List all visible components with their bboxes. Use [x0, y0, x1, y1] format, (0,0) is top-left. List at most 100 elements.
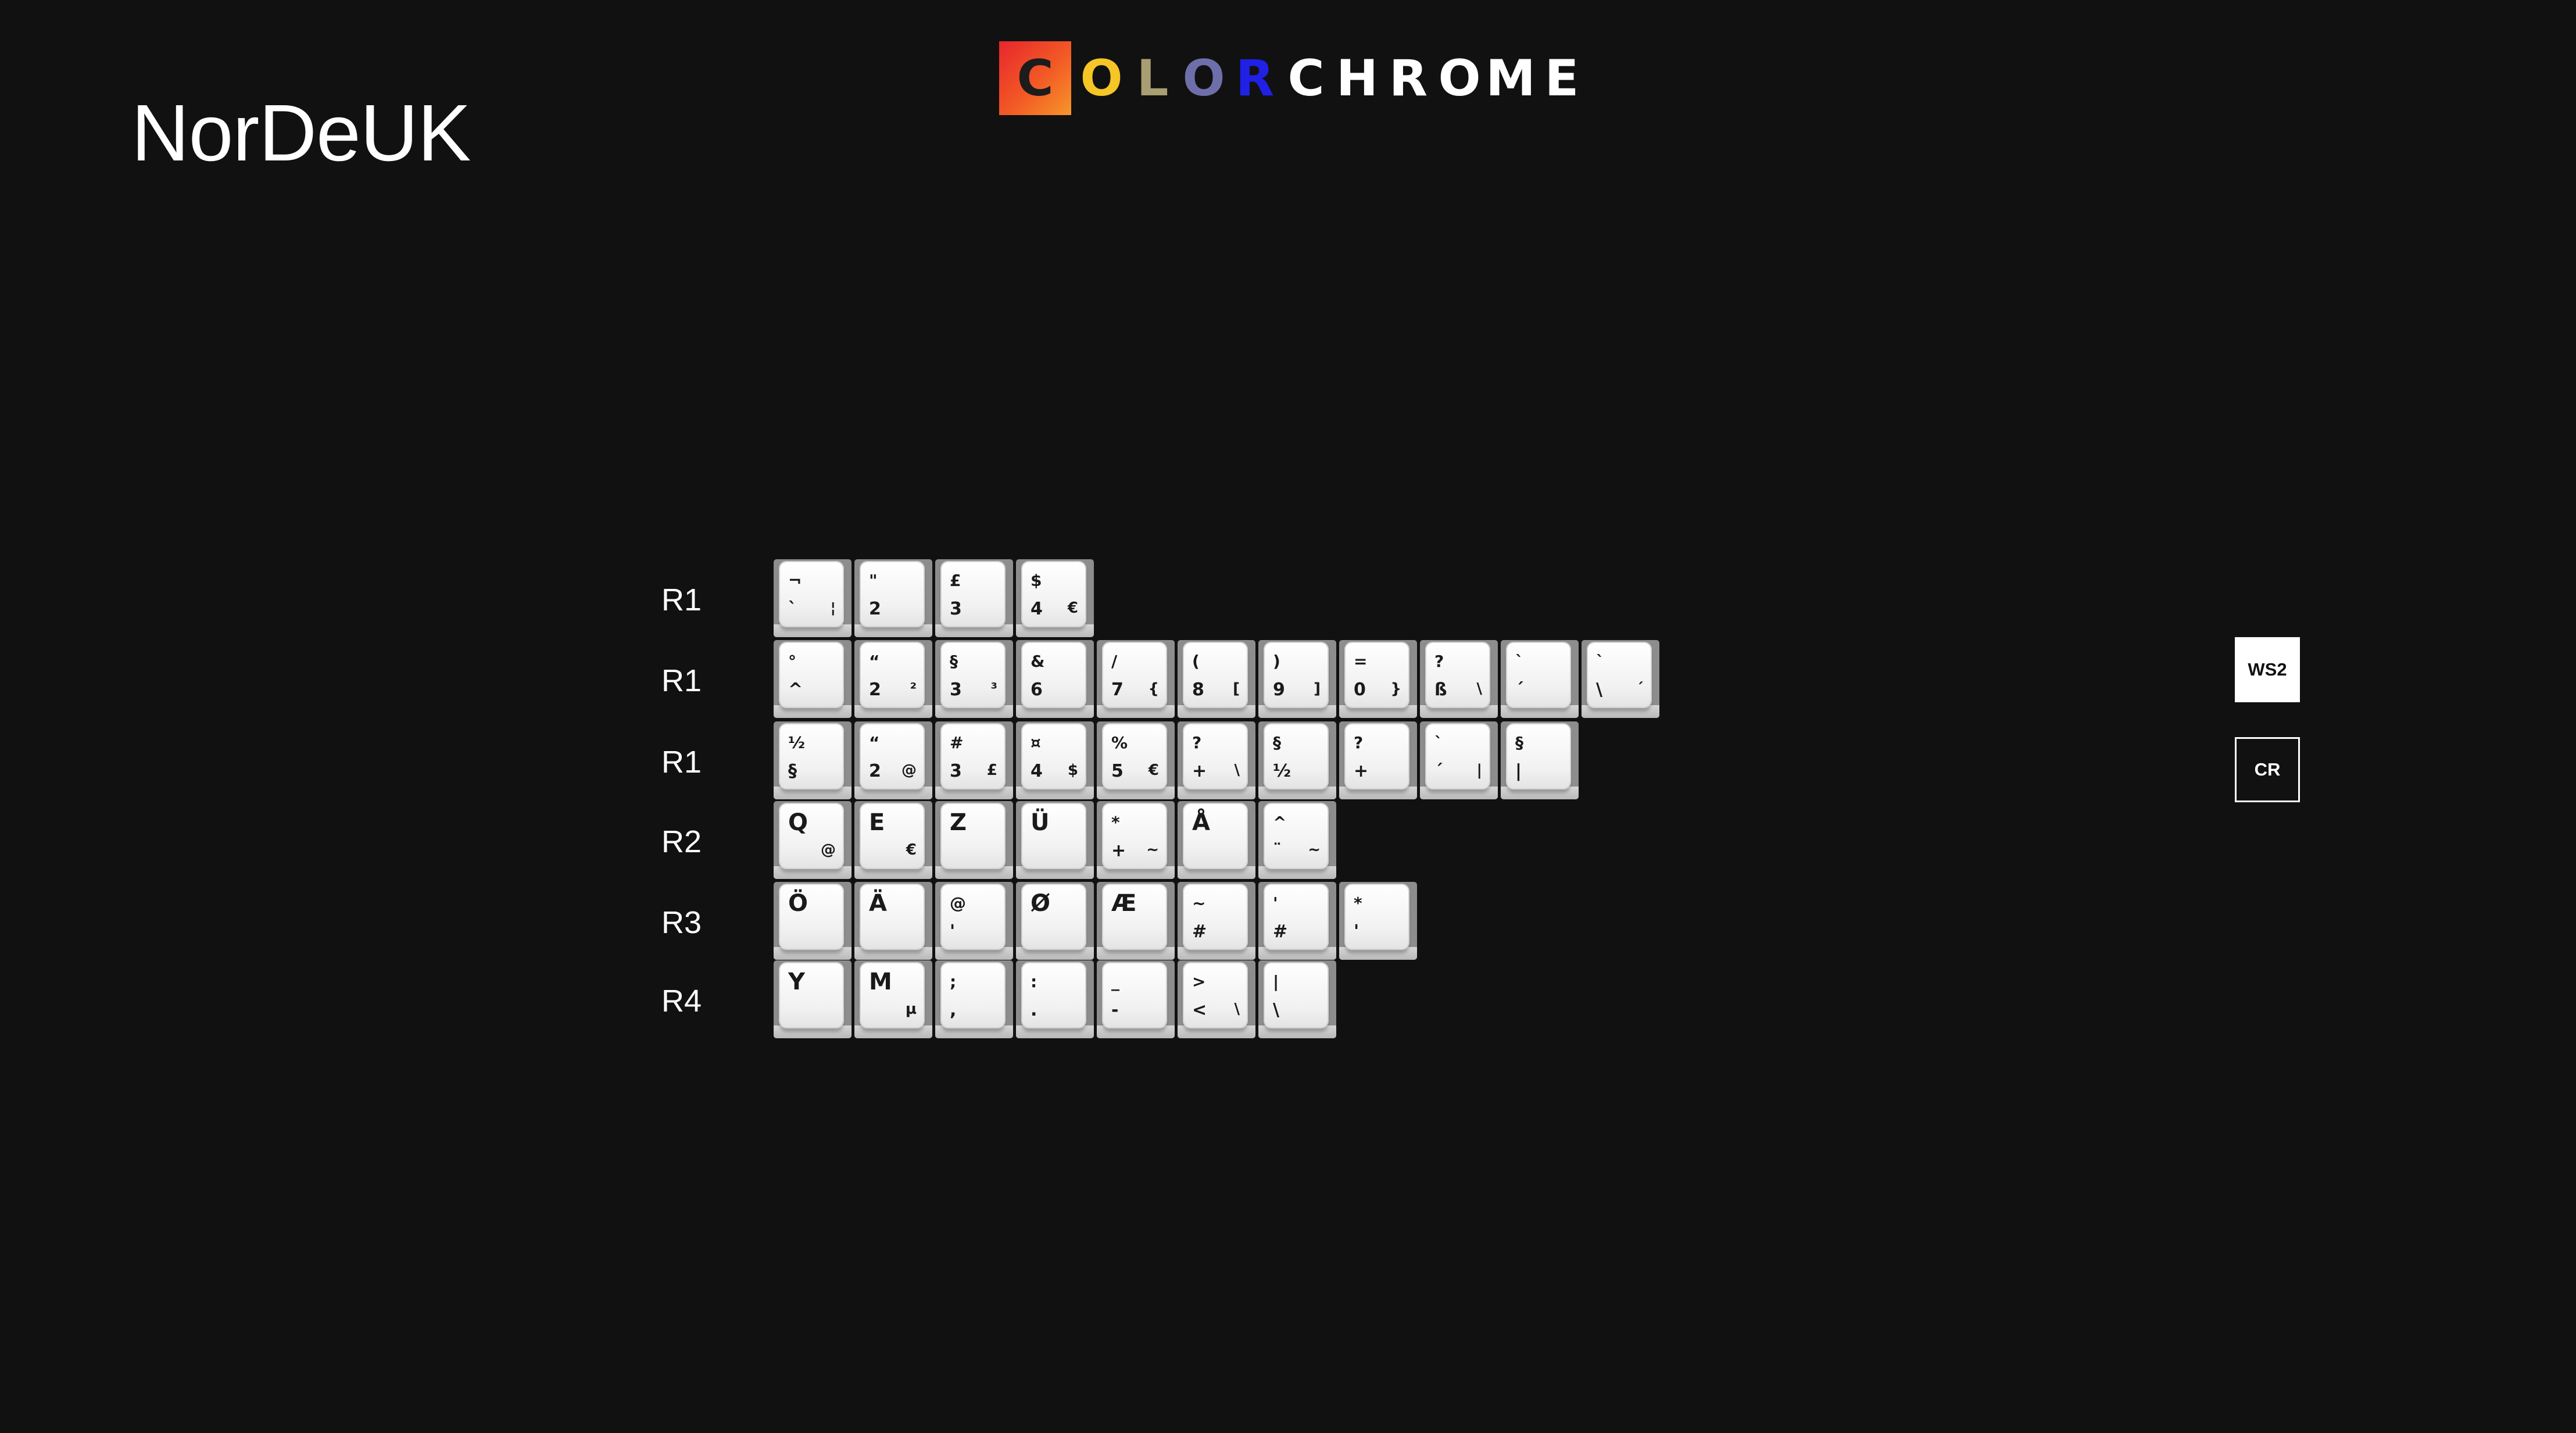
- legend-top-left: E: [869, 809, 885, 836]
- logo-letter: O: [1438, 49, 1481, 108]
- legend-top-left: _: [1111, 972, 1119, 991]
- legend-bottom-left: ´: [1515, 680, 1524, 700]
- keycap: Å: [1178, 801, 1255, 879]
- legend-top-left: ": [869, 571, 878, 590]
- keycap-top: ½ §: [780, 724, 843, 788]
- legend-bottom-right: ~: [1146, 841, 1159, 859]
- legend-bottom-left: ': [950, 921, 956, 942]
- legend-bottom-left: +: [1111, 841, 1126, 861]
- keycap: _ -: [1097, 960, 1175, 1038]
- legend-bottom-left: .: [1031, 1000, 1037, 1020]
- keycap-top: Z: [942, 804, 1004, 868]
- keycap-skirt: [1258, 787, 1336, 799]
- legend-bottom-left: |: [1515, 761, 1522, 781]
- keycap: Y: [774, 960, 851, 1038]
- keycap-top: § |: [1507, 724, 1570, 788]
- keycap: ° ^: [774, 640, 851, 718]
- keycap-top: #3 £: [942, 724, 1004, 788]
- keycap-skirt: [854, 787, 932, 799]
- keycap-skirt: [854, 1025, 932, 1038]
- legend-bottom-left: 9: [1273, 680, 1285, 700]
- keycap-skirt: [774, 1025, 851, 1038]
- legend-top-left: %: [1111, 733, 1128, 752]
- legend-bottom-right: ³: [990, 680, 997, 698]
- legend-bottom-left: +: [1192, 761, 1207, 781]
- legend-bottom-left: `: [788, 599, 797, 619]
- logo-box: C: [999, 41, 1071, 115]
- legend-top-left: £: [950, 571, 961, 590]
- keycap-top: $4 €: [1022, 562, 1085, 626]
- legend-top-left: Ö: [788, 890, 808, 917]
- keycap-top: (8 [: [1184, 643, 1247, 707]
- keycap: ` ´: [1501, 640, 1579, 718]
- keycap-top: ? ß \: [1426, 643, 1489, 707]
- keycap-top: | \: [1265, 963, 1328, 1027]
- keycap-top: ) 9]: [1265, 643, 1328, 707]
- legend-top-left: |: [1273, 972, 1279, 991]
- legend-top-left: ¬: [788, 571, 802, 590]
- keycap: ? + \: [1178, 721, 1255, 799]
- keycap: | \: [1258, 960, 1336, 1038]
- keycap: & 6: [1016, 640, 1094, 718]
- keycap: $4 €: [1016, 559, 1094, 637]
- legend-top-left: ): [1273, 652, 1280, 671]
- legend-bottom-right: €: [1067, 599, 1078, 617]
- keycap-top: Ü: [1022, 804, 1085, 868]
- keycap-skirt: [774, 787, 851, 799]
- legend-bottom-left: ß: [1434, 680, 1447, 700]
- keycap-skirt: [1582, 705, 1659, 718]
- cr-badge[interactable]: CR: [2235, 737, 2300, 802]
- keycap-skirt: [1178, 1025, 1255, 1038]
- ws2-badge[interactable]: WS2: [2235, 637, 2300, 702]
- keycap: Ö: [774, 882, 851, 960]
- legend-top-left: ?: [1192, 733, 1202, 752]
- keycap: Ø: [1016, 882, 1094, 960]
- legend-top-left: §: [1273, 733, 1281, 752]
- legend-top-left: §: [1515, 733, 1523, 752]
- keycap-skirt: [854, 947, 932, 960]
- legend-top-left: Ø: [1031, 890, 1051, 917]
- legend-bottom-left: 8: [1192, 680, 1204, 700]
- keycap-skirt: [1178, 947, 1255, 960]
- keycap: ? +: [1339, 721, 1417, 799]
- legend-top-left: Ü: [1031, 809, 1050, 836]
- legend-bottom-right: @: [821, 841, 836, 859]
- keycap-top: ¤ 4 $: [1022, 724, 1085, 788]
- keycap-top: Æ: [1103, 885, 1166, 949]
- legend-bottom-left: \: [1273, 1000, 1279, 1020]
- page-title: NorDeUK: [131, 88, 471, 178]
- legend-top-left: Q: [788, 809, 808, 836]
- legend-bottom-left: \: [1596, 680, 1602, 700]
- row-label: R4: [661, 983, 702, 1019]
- keycap: :.: [1016, 960, 1094, 1038]
- keycap-skirt: [1339, 787, 1417, 799]
- logo-wordmark: OLORCHROME: [1076, 49, 1587, 108]
- legend-bottom-right: £: [986, 762, 997, 779]
- keycap: " 2: [854, 559, 932, 637]
- legend-bottom-right: ]: [1314, 680, 1321, 698]
- row-label: R3: [661, 905, 702, 940]
- keycap: #3 £: [935, 721, 1013, 799]
- legend-bottom-left: 6: [1031, 680, 1043, 700]
- logo-letter: O: [1080, 49, 1123, 108]
- keycap-top: E €: [861, 804, 924, 868]
- keycap-top: ` ´ |: [1426, 724, 1489, 788]
- legend-bottom-left: 2: [869, 761, 881, 781]
- legend-top-left: *: [1354, 894, 1362, 913]
- legend-top-left: `: [1596, 652, 1604, 671]
- legend-bottom-right: }: [1390, 680, 1401, 698]
- keycap: ~ #: [1178, 882, 1255, 960]
- keycap-top: ;,: [942, 963, 1004, 1027]
- legend-bottom-left: 4: [1031, 599, 1043, 619]
- keycap-top: ? +: [1346, 724, 1408, 788]
- keycap-skirt: [1178, 866, 1255, 879]
- legend-bottom-left: 2: [869, 599, 881, 619]
- legend-bottom-right: ´: [1636, 680, 1644, 698]
- legend-bottom-left: §: [788, 761, 797, 781]
- logo-letter: L: [1136, 49, 1169, 108]
- keycap: Mµ: [854, 960, 932, 1038]
- keycap-skirt: [1016, 1025, 1094, 1038]
- keycap: * + ~: [1097, 801, 1175, 879]
- keycap-skirt: [1016, 705, 1094, 718]
- keycap: / 7 {: [1097, 640, 1175, 718]
